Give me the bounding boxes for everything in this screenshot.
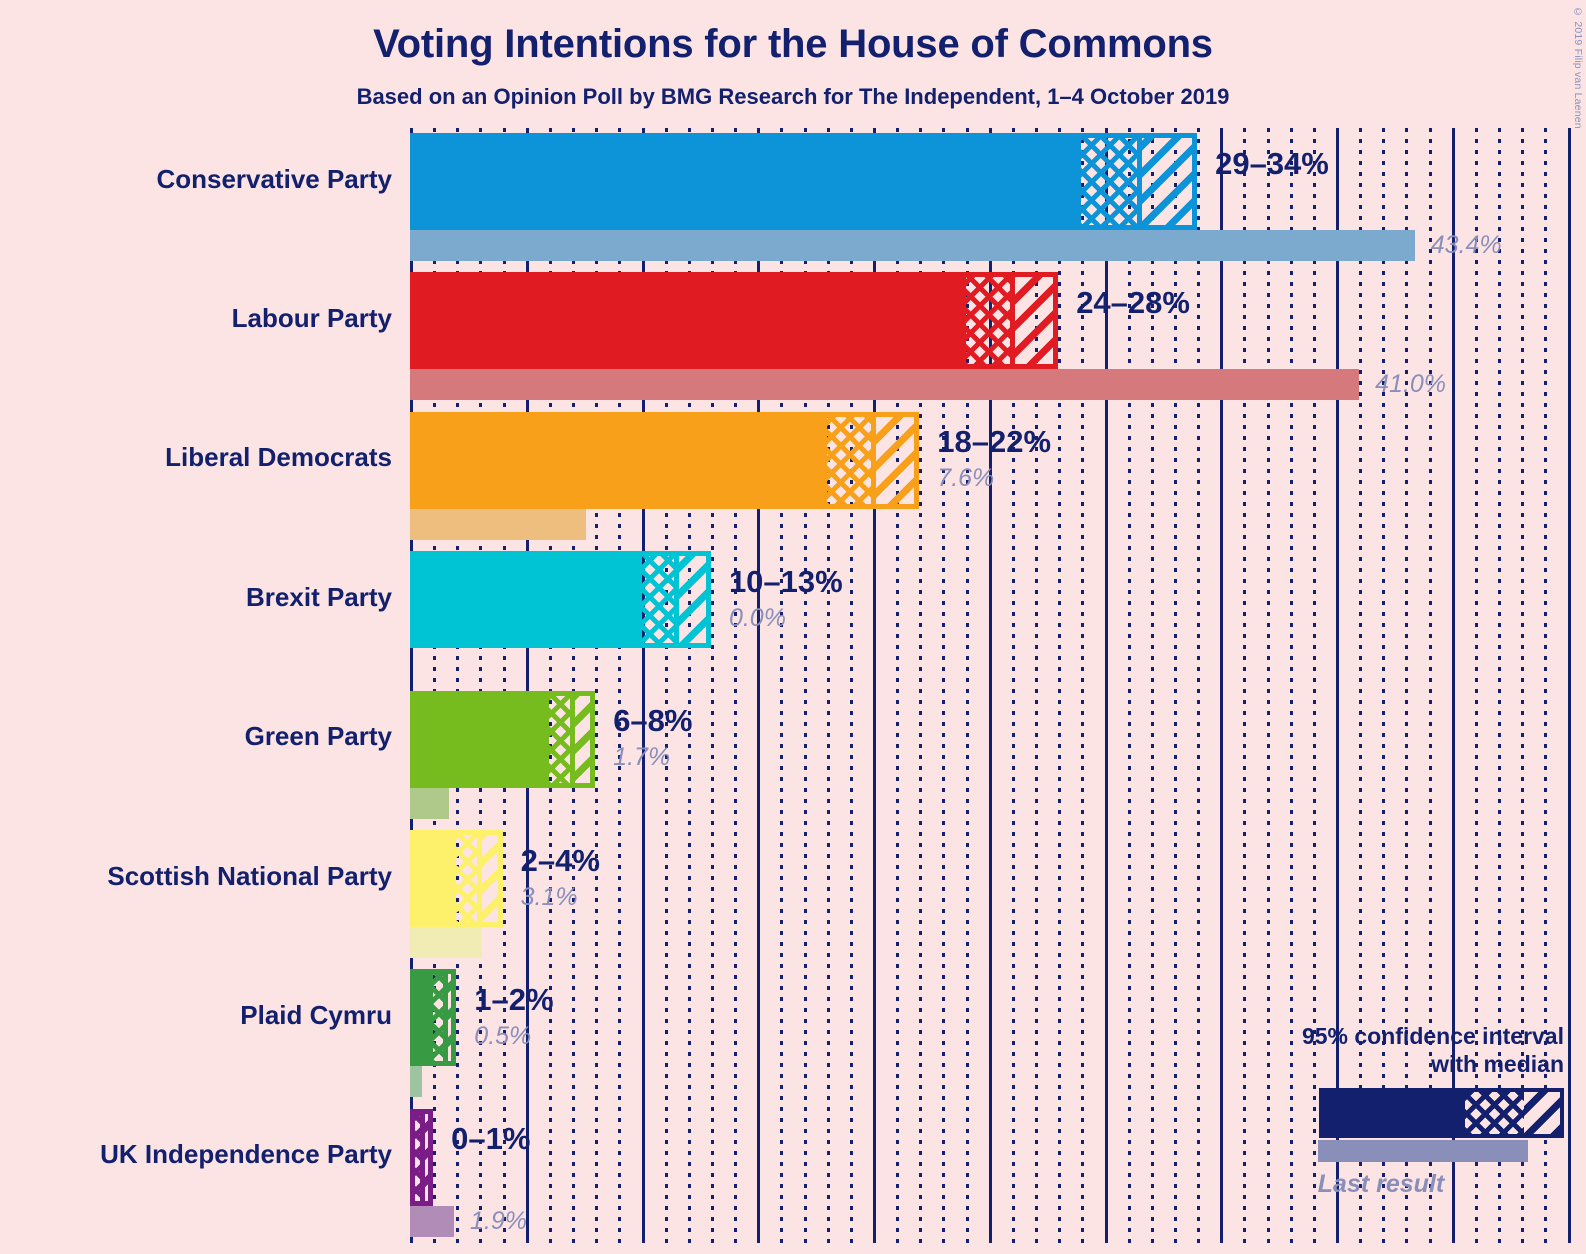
bar-outline bbox=[410, 690, 596, 788]
last-result-bar bbox=[410, 787, 450, 819]
legend-swatch-wrap bbox=[1234, 1088, 1564, 1168]
median-divider bbox=[442, 969, 448, 1067]
chart-row: Labour Party 24–28% 41.0% bbox=[0, 272, 1586, 401]
median-divider bbox=[1137, 133, 1143, 230]
legend-ci-label: 95% confidence interval with median bbox=[1301, 1023, 1564, 1078]
bar-outline bbox=[410, 551, 711, 649]
median-divider bbox=[674, 551, 680, 649]
range-value-label: 10–13% bbox=[728, 563, 843, 599]
party-label: Plaid Cymru bbox=[240, 999, 392, 1030]
chart-legend: 95% confidence interval with median Last… bbox=[1234, 1022, 1564, 1199]
last-result-bar bbox=[410, 369, 1360, 401]
party-label: Brexit Party bbox=[246, 581, 392, 612]
page-title: Voting Intentions for the House of Commo… bbox=[373, 22, 1213, 66]
party-label: Labour Party bbox=[231, 302, 392, 333]
legend-last-result-label: Last result bbox=[1317, 1170, 1445, 1199]
range-value-label: 18–22% bbox=[937, 424, 1052, 460]
party-label: Scottish National Party bbox=[107, 860, 392, 891]
legend-ci-swatch bbox=[1319, 1088, 1564, 1139]
chart-row: Brexit Party 10–13% 0.0% bbox=[0, 551, 1586, 679]
copyright-notice: © 2019 Filip van Laenen bbox=[1572, 6, 1584, 129]
range-value-label: 6–8% bbox=[613, 703, 693, 739]
last-result-value-label: 3.1% bbox=[520, 882, 578, 911]
bar-outline bbox=[410, 411, 920, 509]
last-result-value-label: 41.0% bbox=[1375, 370, 1447, 399]
bar-outline bbox=[410, 969, 457, 1067]
last-result-bar bbox=[410, 1066, 422, 1098]
legend-crosshatch-segment bbox=[1465, 1092, 1525, 1135]
chart-row: Scottish National Party 2–4% 3.1% bbox=[0, 830, 1586, 958]
legend-last-result-swatch bbox=[1318, 1140, 1528, 1163]
party-label: Conservative Party bbox=[156, 163, 392, 194]
party-label: UK Independence Party bbox=[100, 1139, 392, 1170]
median-divider bbox=[1009, 272, 1015, 370]
last-result-value-label: 43.4% bbox=[1430, 231, 1502, 259]
party-label: Liberal Democrats bbox=[165, 442, 392, 473]
last-result-bar bbox=[410, 230, 1415, 261]
median-divider bbox=[477, 830, 483, 927]
legend-solid-segment bbox=[1323, 1092, 1466, 1135]
last-result-value-label: 0.0% bbox=[728, 603, 786, 632]
legend-diagonal-segment bbox=[1524, 1092, 1560, 1135]
last-result-value-label: 7.6% bbox=[937, 464, 995, 493]
bar-outline bbox=[410, 272, 1059, 370]
last-result-bar bbox=[410, 927, 482, 958]
party-label: Green Party bbox=[244, 721, 392, 752]
chart-row: Green Party 6–8% 1.7% bbox=[0, 690, 1586, 819]
median-divider bbox=[570, 690, 576, 788]
range-value-label: 24–28% bbox=[1076, 284, 1190, 320]
chart-subtitle: Based on an Opinion Poll by BMG Research… bbox=[356, 84, 1230, 109]
range-value-label: 2–4% bbox=[520, 842, 600, 878]
last-result-value-label: 0.5% bbox=[474, 1021, 532, 1050]
chart-row: Conservative Party 29–34% 43.4% bbox=[0, 133, 1586, 261]
last-result-bar bbox=[410, 1205, 454, 1237]
median-divider bbox=[871, 411, 876, 509]
last-result-bar bbox=[410, 508, 586, 540]
chart-row: Liberal Democrats 18–22% 7.6% bbox=[0, 411, 1586, 540]
range-value-label: 1–2% bbox=[474, 981, 554, 1017]
range-value-label: 0–1% bbox=[451, 1121, 531, 1157]
bar-outline bbox=[410, 830, 503, 927]
last-result-value-label: 1.7% bbox=[613, 743, 671, 772]
last-result-value-label: 1.9% bbox=[469, 1206, 527, 1235]
range-value-label: 29–34% bbox=[1215, 145, 1329, 181]
median-divider bbox=[419, 1108, 425, 1206]
bar-outline bbox=[410, 133, 1198, 230]
